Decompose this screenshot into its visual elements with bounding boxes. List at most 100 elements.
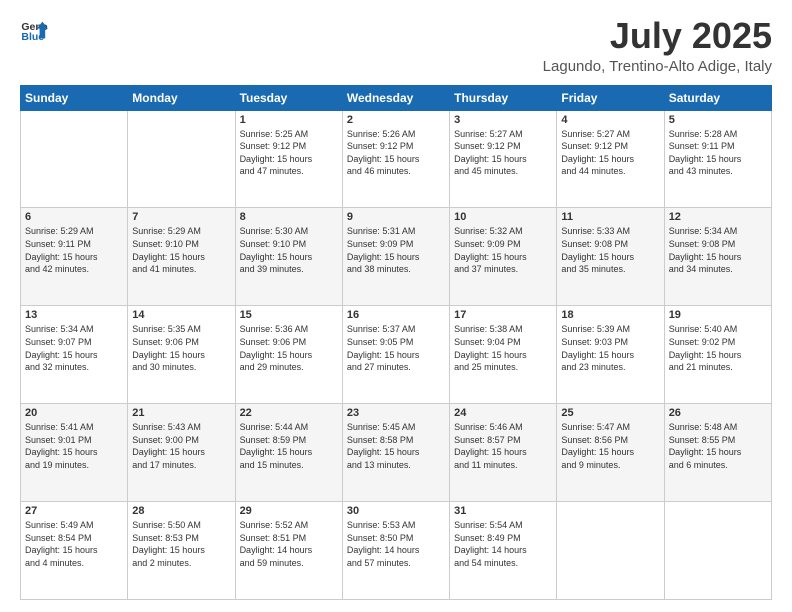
day-number: 19 <box>669 309 767 321</box>
calendar-cell: 30 Sunrise: 5:53 AM Sunset: 8:50 PM Dayli… <box>342 502 449 600</box>
calendar-cell: 15 Sunrise: 5:36 AM Sunset: 9:06 PM Dayli… <box>235 306 342 404</box>
day-number: 26 <box>669 407 767 419</box>
calendar-cell: 24 Sunrise: 5:46 AM Sunset: 8:57 PM Dayli… <box>450 404 557 502</box>
calendar-cell: 10Sunrise: 5:32 AM Sunset: 9:09 PM Dayli… <box>450 208 557 306</box>
day-info: Sunrise: 5:52 AM Sunset: 8:51 PM Dayligh… <box>240 519 338 569</box>
calendar-cell: 22 Sunrise: 5:44 AM Sunset: 8:59 PM Dayli… <box>235 404 342 502</box>
calendar-cell: 13Sunrise: 5:34 AM Sunset: 9:07 PM Dayli… <box>21 306 128 404</box>
logo-icon: General Blue <box>20 16 48 44</box>
day-info: Sunrise: 5:40 AM Sunset: 9:02 PM Dayligh… <box>669 323 767 373</box>
day-number: 14 <box>132 309 230 321</box>
day-number: 18 <box>561 309 659 321</box>
calendar-week-row: 27 Sunrise: 5:49 AM Sunset: 8:54 PM Dayli… <box>21 502 772 600</box>
day-number: 1 <box>240 114 338 126</box>
day-info: Sunrise: 5:54 AM Sunset: 8:49 PM Dayligh… <box>454 519 552 569</box>
calendar-cell: 26 Sunrise: 5:48 AM Sunset: 8:55 PM Dayli… <box>664 404 771 502</box>
day-number: 9 <box>347 211 445 223</box>
day-number: 28 <box>132 505 230 517</box>
day-number: 24 <box>454 407 552 419</box>
calendar-cell: 25Sunrise: 5:47 AM Sunset: 8:56 PM Dayli… <box>557 404 664 502</box>
day-info: Sunrise: 5:45 AM Sunset: 8:58 PM Dayligh… <box>347 421 445 471</box>
weekday-header: Friday <box>557 85 664 110</box>
calendar-cell: 23 Sunrise: 5:45 AM Sunset: 8:58 PM Dayli… <box>342 404 449 502</box>
calendar-week-row: 20Sunrise: 5:41 AM Sunset: 9:01 PM Dayli… <box>21 404 772 502</box>
day-info: Sunrise: 5:36 AM Sunset: 9:06 PM Dayligh… <box>240 323 338 373</box>
calendar-cell: 9Sunrise: 5:31 AM Sunset: 9:09 PM Daylig… <box>342 208 449 306</box>
day-info: Sunrise: 5:41 AM Sunset: 9:01 PM Dayligh… <box>25 421 123 471</box>
calendar-cell: 5Sunrise: 5:28 AM Sunset: 9:11 PM Daylig… <box>664 110 771 208</box>
calendar-week-row: 13Sunrise: 5:34 AM Sunset: 9:07 PM Dayli… <box>21 306 772 404</box>
calendar-cell: 16Sunrise: 5:37 AM Sunset: 9:05 PM Dayli… <box>342 306 449 404</box>
weekday-header: Sunday <box>21 85 128 110</box>
weekday-header: Tuesday <box>235 85 342 110</box>
day-number: 5 <box>669 114 767 126</box>
day-number: 2 <box>347 114 445 126</box>
weekday-header: Monday <box>128 85 235 110</box>
calendar-cell <box>557 502 664 600</box>
day-number: 23 <box>347 407 445 419</box>
day-info: Sunrise: 5:25 AM Sunset: 9:12 PM Dayligh… <box>240 128 338 178</box>
calendar-cell: 19 Sunrise: 5:40 AM Sunset: 9:02 PM Dayli… <box>664 306 771 404</box>
page: General Blue July 2025 Lagundo, Trentino… <box>0 0 792 612</box>
day-number: 30 <box>347 505 445 517</box>
calendar-cell <box>21 110 128 208</box>
day-number: 29 <box>240 505 338 517</box>
day-number: 4 <box>561 114 659 126</box>
day-info: Sunrise: 5:26 AM Sunset: 9:12 PM Dayligh… <box>347 128 445 178</box>
calendar-cell: 20Sunrise: 5:41 AM Sunset: 9:01 PM Dayli… <box>21 404 128 502</box>
calendar-cell: 4Sunrise: 5:27 AM Sunset: 9:12 PM Daylig… <box>557 110 664 208</box>
calendar-header-row: SundayMondayTuesdayWednesdayThursdayFrid… <box>21 85 772 110</box>
calendar-cell: 6Sunrise: 5:29 AM Sunset: 9:11 PM Daylig… <box>21 208 128 306</box>
day-info: Sunrise: 5:27 AM Sunset: 9:12 PM Dayligh… <box>454 128 552 178</box>
day-info: Sunrise: 5:46 AM Sunset: 8:57 PM Dayligh… <box>454 421 552 471</box>
day-info: Sunrise: 5:39 AM Sunset: 9:03 PM Dayligh… <box>561 323 659 373</box>
calendar-cell: 12 Sunrise: 5:34 AM Sunset: 9:08 PM Dayli… <box>664 208 771 306</box>
day-info: Sunrise: 5:49 AM Sunset: 8:54 PM Dayligh… <box>25 519 123 569</box>
day-info: Sunrise: 5:43 AM Sunset: 9:00 PM Dayligh… <box>132 421 230 471</box>
calendar-cell: 3 Sunrise: 5:27 AM Sunset: 9:12 PM Daylig… <box>450 110 557 208</box>
month-title: July 2025 <box>543 16 772 56</box>
day-number: 22 <box>240 407 338 419</box>
day-number: 3 <box>454 114 552 126</box>
calendar-cell: 17Sunrise: 5:38 AM Sunset: 9:04 PM Dayli… <box>450 306 557 404</box>
calendar-cell: 28 Sunrise: 5:50 AM Sunset: 8:53 PM Dayli… <box>128 502 235 600</box>
day-info: Sunrise: 5:29 AM Sunset: 9:10 PM Dayligh… <box>132 225 230 275</box>
calendar-cell <box>664 502 771 600</box>
day-info: Sunrise: 5:33 AM Sunset: 9:08 PM Dayligh… <box>561 225 659 275</box>
day-number: 15 <box>240 309 338 321</box>
day-number: 8 <box>240 211 338 223</box>
day-info: Sunrise: 5:53 AM Sunset: 8:50 PM Dayligh… <box>347 519 445 569</box>
calendar-cell: 31 Sunrise: 5:54 AM Sunset: 8:49 PM Dayli… <box>450 502 557 600</box>
title-block: July 2025 Lagundo, Trentino-Alto Adige, … <box>543 16 772 75</box>
day-info: Sunrise: 5:38 AM Sunset: 9:04 PM Dayligh… <box>454 323 552 373</box>
calendar-cell: 14 Sunrise: 5:35 AM Sunset: 9:06 PM Dayli… <box>128 306 235 404</box>
day-info: Sunrise: 5:30 AM Sunset: 9:10 PM Dayligh… <box>240 225 338 275</box>
day-number: 12 <box>669 211 767 223</box>
calendar-cell: 1 Sunrise: 5:25 AM Sunset: 9:12 PM Daylig… <box>235 110 342 208</box>
day-info: Sunrise: 5:47 AM Sunset: 8:56 PM Dayligh… <box>561 421 659 471</box>
logo: General Blue <box>20 16 48 44</box>
day-info: Sunrise: 5:48 AM Sunset: 8:55 PM Dayligh… <box>669 421 767 471</box>
day-info: Sunrise: 5:34 AM Sunset: 9:08 PM Dayligh… <box>669 225 767 275</box>
weekday-header: Thursday <box>450 85 557 110</box>
calendar-week-row: 1 Sunrise: 5:25 AM Sunset: 9:12 PM Daylig… <box>21 110 772 208</box>
day-number: 11 <box>561 211 659 223</box>
calendar-cell: 2 Sunrise: 5:26 AM Sunset: 9:12 PM Daylig… <box>342 110 449 208</box>
day-info: Sunrise: 5:50 AM Sunset: 8:53 PM Dayligh… <box>132 519 230 569</box>
day-number: 6 <box>25 211 123 223</box>
day-info: Sunrise: 5:34 AM Sunset: 9:07 PM Dayligh… <box>25 323 123 373</box>
day-number: 21 <box>132 407 230 419</box>
weekday-header: Wednesday <box>342 85 449 110</box>
day-number: 27 <box>25 505 123 517</box>
day-info: Sunrise: 5:35 AM Sunset: 9:06 PM Dayligh… <box>132 323 230 373</box>
location-title: Lagundo, Trentino-Alto Adige, Italy <box>543 58 772 75</box>
calendar-cell <box>128 110 235 208</box>
calendar-cell: 11 Sunrise: 5:33 AM Sunset: 9:08 PM Dayli… <box>557 208 664 306</box>
calendar-cell: 7 Sunrise: 5:29 AM Sunset: 9:10 PM Daylig… <box>128 208 235 306</box>
day-number: 7 <box>132 211 230 223</box>
day-info: Sunrise: 5:44 AM Sunset: 8:59 PM Dayligh… <box>240 421 338 471</box>
day-number: 10 <box>454 211 552 223</box>
day-number: 31 <box>454 505 552 517</box>
calendar-cell: 18 Sunrise: 5:39 AM Sunset: 9:03 PM Dayli… <box>557 306 664 404</box>
weekday-header: Saturday <box>664 85 771 110</box>
